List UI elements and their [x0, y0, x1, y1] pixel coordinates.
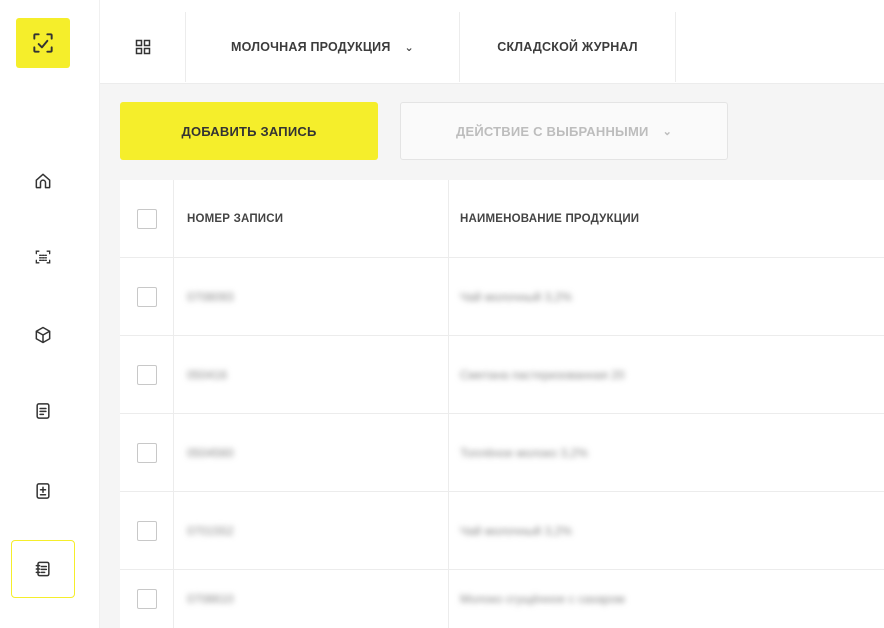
product-name: Чай молочный 3,2%	[460, 523, 572, 538]
top-bar: МОЛОЧНАЯ ПРОДУКЦИЯ ⌄ СКЛАДСКОЙ ЖУРНАЛ	[100, 0, 884, 84]
box-icon	[35, 326, 51, 344]
home-icon	[35, 173, 51, 189]
chevron-down-icon: ⌄	[404, 41, 414, 54]
table-row[interactable]: 050416 Сметана пастеризованная 20	[120, 336, 884, 414]
product-name: Сметана пастеризованная 20	[460, 367, 625, 382]
product-name: Топлёное молоко 3,2%	[460, 445, 588, 460]
main-content: ДОБАВИТЬ ЗАПИСЬ ДЕЙСТВИЕ С ВЫБРАННЫМИ ⌄ …	[100, 84, 884, 628]
record-number: 0701552	[187, 523, 234, 538]
column-header-record-number[interactable]: НОМЕР ЗАПИСИ	[187, 213, 283, 225]
scan-icon	[35, 250, 51, 264]
journal-icon	[35, 561, 50, 577]
sidebar-item-scan[interactable]	[11, 228, 75, 286]
sidebar-item-adjust[interactable]	[11, 462, 75, 520]
sidebar-item-journal[interactable]	[11, 540, 75, 598]
sidebar	[0, 0, 100, 628]
table-row[interactable]: 0708610 Молоко сгущённое с сахаром	[120, 570, 884, 628]
tab-warehouse-journal[interactable]: СКЛАДСКОЙ ЖУРНАЛ	[460, 12, 676, 82]
tab-dairy-products[interactable]: МОЛОЧНАЯ ПРОДУКЦИЯ ⌄	[186, 12, 460, 82]
apps-grid-button[interactable]	[100, 12, 186, 82]
bulk-action-label: ДЕЙСТВИЕ С ВЫБРАННЫМИ	[456, 123, 649, 139]
row-checkbox[interactable]	[136, 286, 157, 307]
product-name: Чай молочный 3,2%	[460, 289, 572, 304]
table-header-row: НОМЕР ЗАПИСИ НАИМЕНОВАНИЕ ПРОДУКЦИИ	[120, 180, 884, 258]
tab-label: МОЛОЧНАЯ ПРОДУКЦИЯ	[231, 40, 391, 54]
record-number: 0708093	[187, 289, 234, 304]
sidebar-item-documents[interactable]	[11, 382, 75, 440]
logo-scan-icon[interactable]	[16, 18, 70, 68]
record-number: 0708610	[187, 592, 234, 606]
column-header-product-name[interactable]: НАИМЕНОВАНИЕ ПРОДУКЦИИ	[460, 213, 639, 225]
bulk-action-dropdown[interactable]: ДЕЙСТВИЕ С ВЫБРАННЫМИ ⌄	[400, 102, 728, 160]
record-number: 050416	[187, 367, 228, 382]
document-icon	[36, 403, 50, 419]
sidebar-item-products[interactable]	[11, 306, 75, 364]
table-row[interactable]: 0504560 Топлёное молоко 3,2%	[120, 414, 884, 492]
select-all-checkbox[interactable]	[136, 208, 157, 229]
table-row[interactable]: 0708093 Чай молочный 3,2%	[120, 258, 884, 336]
table-row[interactable]: 0701552 Чай молочный 3,2%	[120, 492, 884, 570]
product-name: Молоко сгущённое с сахаром	[460, 592, 625, 606]
tab-label: СКЛАДСКОЙ ЖУРНАЛ	[497, 40, 638, 54]
record-number: 0504560	[187, 445, 234, 460]
grid-icon	[135, 39, 150, 55]
row-checkbox[interactable]	[136, 442, 157, 463]
row-checkbox[interactable]	[136, 520, 157, 541]
add-record-button[interactable]: ДОБАВИТЬ ЗАПИСЬ	[120, 102, 378, 160]
sidebar-item-home[interactable]	[11, 152, 75, 210]
row-checkbox[interactable]	[136, 589, 157, 609]
chevron-down-icon: ⌄	[662, 125, 672, 138]
plus-minus-icon	[36, 483, 50, 499]
row-checkbox[interactable]	[136, 364, 157, 385]
records-table: НОМЕР ЗАПИСИ НАИМЕНОВАНИЕ ПРОДУКЦИИ 0708…	[120, 180, 884, 628]
